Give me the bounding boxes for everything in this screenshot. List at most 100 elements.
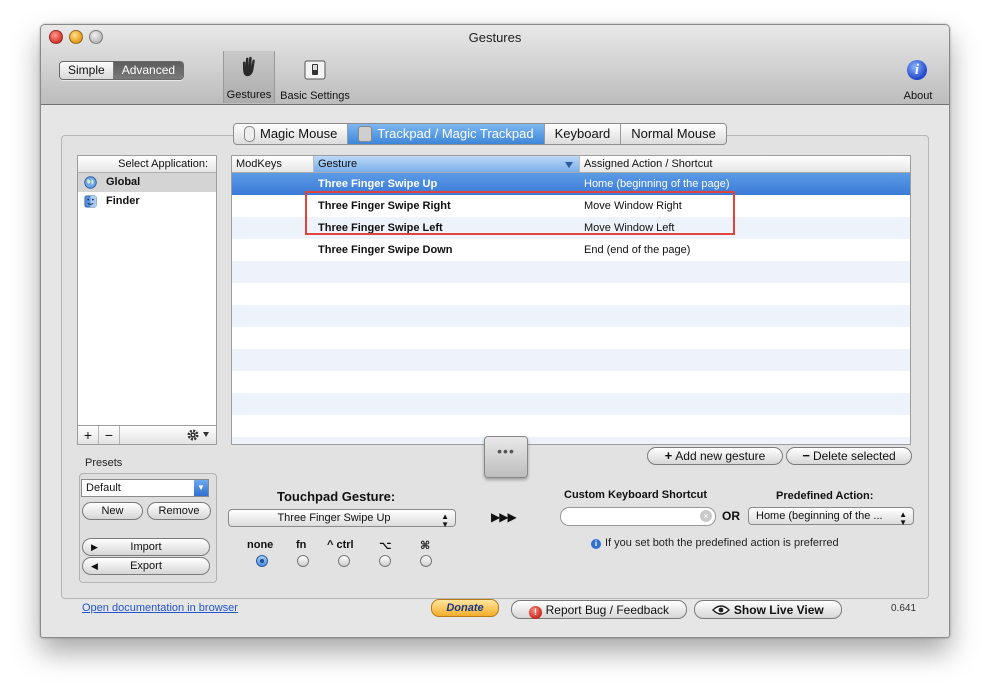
gear-icon <box>187 429 199 441</box>
touchpad-gesture-label: Touchpad Gesture: <box>277 489 396 504</box>
finder-icon <box>84 195 97 208</box>
custom-shortcut-field[interactable]: × <box>560 507 716 526</box>
modifier-option-label: ⌥ <box>379 540 392 552</box>
info-icon: i <box>907 60 927 80</box>
list-item-global[interactable]: Global <box>78 173 216 192</box>
application-list: Select Application: Global Finder + − <box>77 155 217 445</box>
import-preset-button[interactable]: ▶ Import <box>82 538 210 556</box>
delete-selected-button[interactable]: − Delete selected <box>786 447 912 465</box>
table-row-empty <box>232 371 910 393</box>
mouse-icon <box>244 126 255 142</box>
settings-switch-icon <box>304 60 326 80</box>
modifier-fn-label: fn <box>296 539 307 551</box>
tab-trackpad-label: Trackpad / Magic Trackpad <box>377 126 534 141</box>
predefined-action-value: Home (beginning of the ... <box>756 510 883 522</box>
delete-selected-label: Delete selected <box>812 449 896 463</box>
table-row-empty <box>232 349 910 371</box>
report-bug-label: Report Bug / Feedback <box>545 603 670 617</box>
toolbar-basic-settings[interactable]: Basic Settings <box>277 52 353 104</box>
donate-button[interactable]: Donate <box>431 599 499 617</box>
table-row-empty <box>232 437 910 444</box>
report-bug-button[interactable]: ! Report Bug / Feedback <box>511 600 687 619</box>
globe-icon <box>84 176 97 189</box>
toolbar-gestures[interactable]: Gestures <box>223 51 275 103</box>
cell-modkeys <box>232 239 314 261</box>
tab-magic-mouse[interactable]: Magic Mouse <box>234 124 349 144</box>
application-actions-button[interactable] <box>182 426 214 444</box>
back-icon: ◀ <box>91 561 98 571</box>
table-row-empty <box>232 415 910 437</box>
add-gesture-button[interactable]: + Add new gesture <box>647 447 783 465</box>
tab-magic-mouse-label: Magic Mouse <box>260 126 338 141</box>
add-application-button[interactable]: + <box>78 426 99 444</box>
custom-shortcut-label: Custom Keyboard Shortcut <box>564 489 708 501</box>
table-row-empty <box>232 261 910 283</box>
cell-gesture: Three Finger Swipe Down <box>318 244 453 256</box>
tab-keyboard[interactable]: Keyboard <box>545 124 622 144</box>
list-item-finder-label: Finder <box>106 195 140 207</box>
presets-label: Presets <box>85 457 123 469</box>
chevron-updown-icon: ▼ <box>194 480 208 496</box>
split-drag-handle[interactable]: ••• <box>484 436 528 478</box>
arrow-indicator: ▶▶▶ <box>491 510 517 524</box>
preset-select[interactable]: Default ▼ <box>81 479 209 497</box>
mode-segmented-control: Simple Advanced <box>59 61 185 80</box>
modifier-none-radio[interactable] <box>256 555 268 567</box>
tab-keyboard-label: Keyboard <box>554 126 611 141</box>
predefined-action-popup[interactable]: Home (beginning of the ... ▲ ▼ <box>748 507 914 527</box>
list-item-global-label: Global <box>106 176 141 188</box>
show-live-view-label: Show Live View <box>733 603 824 617</box>
column-header-gesture[interactable]: Gesture <box>314 156 580 172</box>
table-row-empty <box>232 305 910 327</box>
plus-icon: + <box>664 448 673 463</box>
column-header-action[interactable]: Assigned Action / Shortcut <box>580 156 910 172</box>
predefined-action-label: Predefined Action: <box>776 490 874 502</box>
toolbar-about[interactable]: i About <box>893 52 943 104</box>
eye-icon <box>712 605 731 615</box>
table-row-empty <box>232 393 910 415</box>
cell-modkeys <box>232 217 314 239</box>
new-preset-button[interactable]: New <box>82 502 143 520</box>
modifier-option-radio[interactable] <box>379 555 391 567</box>
gesture-table-header: ModKeys Gesture Assigned Action / Shortc… <box>232 156 910 173</box>
application-list-footer: + − <box>78 425 216 444</box>
window-title: Gestures <box>468 30 522 45</box>
export-label: Export <box>130 560 162 572</box>
table-row-empty <box>232 327 910 349</box>
chevron-updown-icon: ▲ ▼ <box>899 510 907 527</box>
modifier-fn-radio[interactable] <box>297 555 309 567</box>
modifier-none-label: none <box>247 539 274 551</box>
info-note: If you set both the predefined action is… <box>605 537 839 549</box>
modifier-command-radio[interactable] <box>420 555 432 567</box>
cell-action: End (end of the page) <box>584 244 691 256</box>
device-tabs: Magic Mouse Trackpad / Magic Trackpad Ke… <box>233 123 727 145</box>
simple-mode-button[interactable]: Simple <box>60 62 114 79</box>
remove-application-button[interactable]: − <box>99 426 120 444</box>
open-documentation-link[interactable]: Open documentation in browser <box>82 602 238 614</box>
toolbar-gestures-label: Gestures <box>226 89 272 101</box>
toolbar-basic-settings-label: Basic Settings <box>280 90 350 102</box>
list-item-finder[interactable]: Finder <box>78 192 216 211</box>
cell-modkeys <box>232 173 314 195</box>
column-header-modkeys[interactable]: ModKeys <box>232 156 314 172</box>
export-preset-button[interactable]: ◀ Export <box>82 557 210 575</box>
touchpad-gesture-value: Three Finger Swipe Up <box>277 512 391 524</box>
play-icon: ▶ <box>91 542 98 552</box>
application-list-header: Select Application: <box>78 156 216 173</box>
modifier-ctrl-radio[interactable] <box>338 555 350 567</box>
clear-icon[interactable]: × <box>700 510 712 522</box>
tab-normal-mouse[interactable]: Normal Mouse <box>621 124 726 144</box>
modifier-ctrl-label: ^ ctrl <box>327 539 354 551</box>
minus-icon: − <box>802 448 810 463</box>
version-label: 0.641 <box>891 603 917 614</box>
touchpad-gesture-popup[interactable]: Three Finger Swipe Up ▲ ▼ <box>228 509 456 529</box>
info-small-icon: i <box>591 539 601 549</box>
table-row[interactable]: Three Finger Swipe Down End (end of the … <box>232 239 910 261</box>
show-live-view-button[interactable]: Show Live View <box>694 600 842 619</box>
bug-report-icon: ! <box>528 606 542 619</box>
remove-preset-button[interactable]: Remove <box>147 502 211 520</box>
highlight-annotation-box <box>305 191 735 235</box>
tab-trackpad[interactable]: Trackpad / Magic Trackpad <box>348 124 545 144</box>
advanced-mode-button[interactable]: Advanced <box>113 62 184 79</box>
add-gesture-label: Add new gesture <box>675 449 766 463</box>
